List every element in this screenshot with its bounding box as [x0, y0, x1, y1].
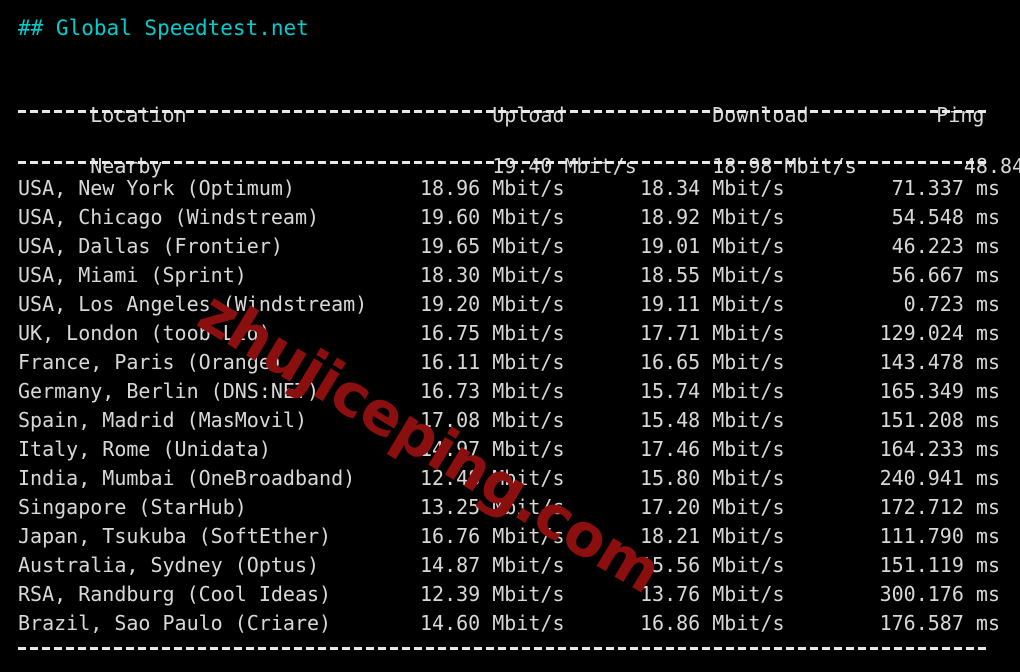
cell-upload: 19.65 Mbit/s — [420, 234, 565, 258]
cell-download: 15.74 Mbit/s — [640, 379, 785, 403]
cell-location: Spain, Madrid (MasMovil) — [18, 408, 307, 432]
cell-upload: 14.60 Mbit/s — [420, 611, 565, 635]
cell-download: 15.56 Mbit/s — [640, 553, 785, 577]
cell-ping: 176.587 ms — [879, 611, 1000, 635]
cell-location: USA, New York (Optimum) — [18, 176, 295, 200]
table-row: USA, Los Angeles (Windstream) 19.20 Mbit/… — [18, 290, 1002, 319]
cell-location: RSA, Randburg (Cool Ideas) — [18, 582, 332, 606]
cell-upload: 16.11 Mbit/s — [420, 350, 565, 374]
cell-ping: 111.790 ms — [879, 524, 1000, 548]
speedtest-results-table: Location Upload Download Ping Nearby 19.40 M… — [18, 72, 1020, 660]
table-row: Germany, Berlin (DNS:NET) 16.73 Mbit/s 15.… — [18, 377, 1002, 406]
cell-upload: 14.87 Mbit/s — [420, 553, 565, 577]
cell-ping: 71.337 ms — [891, 176, 1000, 200]
cell-download: 16.65 Mbit/s — [640, 350, 785, 374]
cell-upload: 13.25 Mbit/s — [420, 495, 565, 519]
cell-download: 18.34 Mbit/s — [640, 176, 785, 200]
cell-upload: 18.30 Mbit/s — [420, 263, 565, 287]
cell-location: Singapore (StarHub) — [18, 495, 247, 519]
table-row: USA, Dallas (Frontier) 19.65 Mbit/s 19.01 … — [18, 232, 1002, 261]
cell-ping: 240.941 ms — [879, 466, 1000, 490]
table-row: Italy, Rome (Unidata) 14.97 Mbit/s 17.46 M… — [18, 435, 1002, 464]
cell-ping: 172.712 ms — [879, 495, 1000, 519]
cell-download: 15.48 Mbit/s — [640, 408, 785, 432]
table-row: France, Paris (Orange) 16.11 Mbit/s 16.65 … — [18, 348, 1002, 377]
cell-ping: 165.349 ms — [879, 379, 1000, 403]
cell-location: USA, Chicago (Windstream) — [18, 205, 320, 229]
cell-ping: 164.233 ms — [879, 437, 1000, 461]
table-row: USA, Chicago (Windstream) 19.60 Mbit/s 18.… — [18, 203, 1002, 232]
cell-upload: 16.73 Mbit/s — [420, 379, 565, 403]
cell-upload: 19.20 Mbit/s — [420, 292, 565, 316]
cell-download: 15.80 Mbit/s — [640, 466, 785, 490]
terminal-window: ## Global Speedtest.net Location Upload Do… — [0, 0, 1020, 672]
table-separator-top — [18, 101, 1002, 123]
cell-download: 19.01 Mbit/s — [640, 234, 785, 258]
cell-location: France, Paris (Orange) — [18, 350, 283, 374]
cell-download: 13.76 Mbit/s — [640, 582, 785, 606]
cell-download: 17.46 Mbit/s — [640, 437, 785, 461]
cell-upload: 18.96 Mbit/s — [420, 176, 565, 200]
table-row: UK, London (toob Ltd) 16.75 Mbit/s 17.71 M… — [18, 319, 1002, 348]
cell-ping: 143.478 ms — [879, 350, 1000, 374]
cell-location: Brazil, Sao Paulo (Criare) — [18, 611, 332, 635]
cell-upload: 16.76 Mbit/s — [420, 524, 565, 548]
table-separator-middle — [18, 152, 1002, 174]
cell-location: USA, Miami (Sprint) — [18, 263, 247, 287]
cell-upload: 17.08 Mbit/s — [420, 408, 565, 432]
cell-download: 17.71 Mbit/s — [640, 321, 785, 345]
table-header-row: Location Upload Download Ping — [18, 72, 1002, 127]
cell-upload: 16.75 Mbit/s — [420, 321, 565, 345]
cell-upload: 12.39 Mbit/s — [420, 582, 565, 606]
table-row: Australia, Sydney (Optus) 14.87 Mbit/s 15.… — [18, 551, 1002, 580]
cell-ping: 129.024 ms — [879, 321, 1000, 345]
cell-location: Italy, Rome (Unidata) — [18, 437, 271, 461]
table-row: Brazil, Sao Paulo (Criare) 14.60 Mbit/s 16… — [18, 609, 1002, 638]
cell-download: 18.92 Mbit/s — [640, 205, 785, 229]
table-row: Singapore (StarHub) 13.25 Mbit/s 17.20 Mbi… — [18, 493, 1002, 522]
cell-download: 16.86 Mbit/s — [640, 611, 785, 635]
cell-upload: 14.97 Mbit/s — [420, 437, 565, 461]
table-row: USA, New York (Optimum) 18.96 Mbit/s 18.34… — [18, 174, 1002, 203]
table-row: Japan, Tsukuba (SoftEther) 16.76 Mbit/s 18… — [18, 522, 1002, 551]
cell-location: USA, Dallas (Frontier) — [18, 234, 283, 258]
table-body: USA, New York (Optimum) 18.96 Mbit/s 18.34… — [18, 174, 1002, 638]
cell-ping: 151.119 ms — [879, 553, 1000, 577]
cell-ping: 151.208 ms — [879, 408, 1000, 432]
cell-download: 18.55 Mbit/s — [640, 263, 785, 287]
dashed-rule — [18, 161, 990, 164]
table-row: Spain, Madrid (MasMovil) 17.08 Mbit/s 15.4… — [18, 406, 1002, 435]
cell-download: 19.11 Mbit/s — [640, 292, 785, 316]
cell-ping: 0.723 ms — [903, 292, 1000, 316]
table-row: India, Mumbai (OneBroadband) 12.48 Mbit/s… — [18, 464, 1002, 493]
cell-upload: 19.60 Mbit/s — [420, 205, 565, 229]
dashed-rule — [18, 110, 990, 113]
cell-location: UK, London (toob Ltd) — [18, 321, 271, 345]
cell-ping: 300.176 ms — [879, 582, 1000, 606]
dashed-rule — [18, 647, 990, 650]
cell-location: India, Mumbai (OneBroadband) — [18, 466, 356, 490]
table-row: USA, Miami (Sprint) 18.30 Mbit/s 18.55 Mbi… — [18, 261, 1002, 290]
cell-ping: 54.548 ms — [891, 205, 1000, 229]
cell-download: 18.21 Mbit/s — [640, 524, 785, 548]
cell-location: Germany, Berlin (DNS:NET) — [18, 379, 320, 403]
cell-upload: 12.48 Mbit/s — [420, 466, 565, 490]
cell-location: USA, Los Angeles (Windstream) — [18, 292, 368, 316]
cell-download: 17.20 Mbit/s — [640, 495, 785, 519]
table-row: RSA, Randburg (Cool Ideas) 12.39 Mbit/s 13… — [18, 580, 1002, 609]
cell-ping: 46.223 ms — [891, 234, 1000, 258]
table-separator-bottom — [18, 638, 1002, 660]
cell-location: Australia, Sydney (Optus) — [18, 553, 320, 577]
page-title: ## Global Speedtest.net — [18, 16, 309, 40]
cell-ping: 56.667 ms — [891, 263, 1000, 287]
cell-location: Japan, Tsukuba (SoftEther) — [18, 524, 332, 548]
